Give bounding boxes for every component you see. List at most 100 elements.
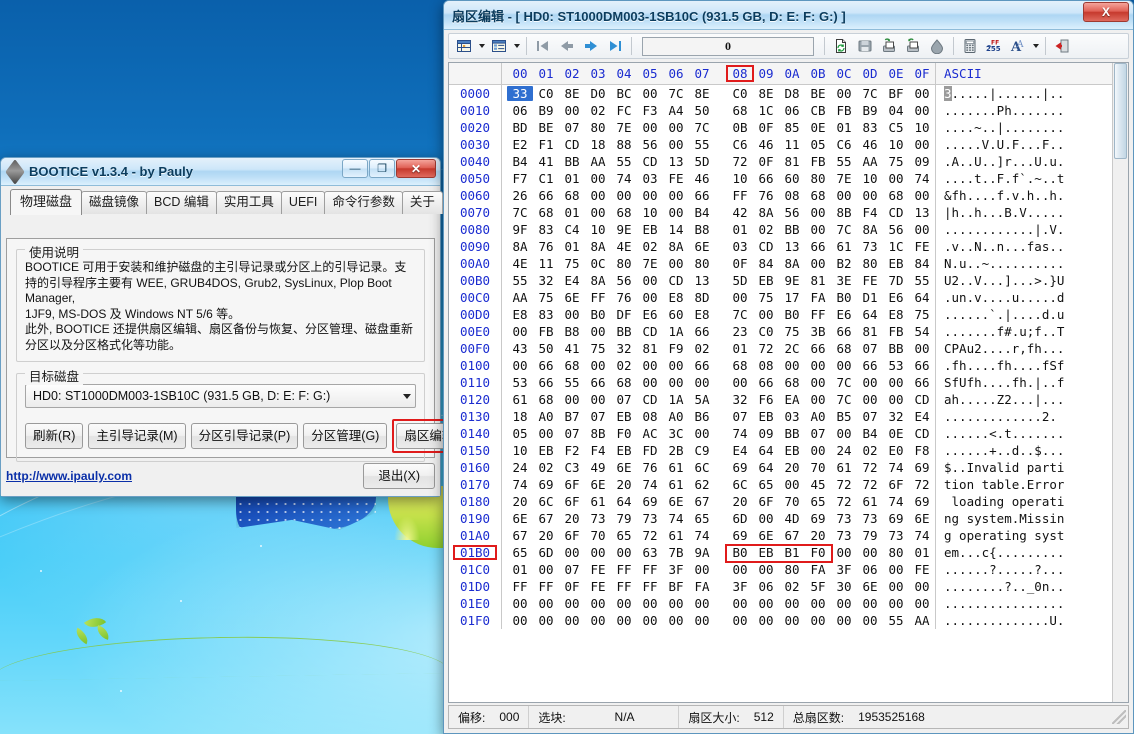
hex-byte[interactable]: EB xyxy=(753,409,779,424)
hex-byte[interactable]: 69 xyxy=(909,460,935,475)
hex-byte[interactable]: 33 xyxy=(507,86,533,101)
hex-byte[interactable]: 07 xyxy=(559,120,585,135)
hex-byte[interactable]: B4 xyxy=(507,154,533,169)
last-sector-icon[interactable] xyxy=(603,35,627,57)
first-sector-icon[interactable] xyxy=(531,35,555,57)
hex-byte[interactable]: 74 xyxy=(883,460,909,475)
hex-byte[interactable]: 00 xyxy=(663,120,689,135)
hex-byte[interactable]: E6 xyxy=(883,290,909,305)
hex-byte[interactable]: 4D xyxy=(779,511,805,526)
hex-byte[interactable]: DF xyxy=(611,307,637,322)
hex-byte[interactable]: 6E xyxy=(909,511,935,526)
hex-byte[interactable]: 83 xyxy=(533,307,559,322)
hex-byte[interactable]: 00 xyxy=(857,545,883,560)
ascii-text[interactable]: |h..h...B.V..... xyxy=(936,205,1112,220)
hex-byte[interactable]: 00 xyxy=(637,613,663,628)
hex-byte[interactable]: 68 xyxy=(611,205,637,220)
hex-byte[interactable]: EA xyxy=(779,392,805,407)
hex-byte[interactable]: 00 xyxy=(857,596,883,611)
hex-byte[interactable]: 7E xyxy=(831,171,857,186)
hex-byte[interactable]: 00 xyxy=(689,562,715,577)
ascii-text[interactable]: ng system.Missin xyxy=(936,511,1112,526)
hex-byte[interactable]: 00 xyxy=(559,613,585,628)
hex-byte[interactable]: 74 xyxy=(883,494,909,509)
hex-byte[interactable]: 00 xyxy=(689,375,715,390)
hex-byte[interactable]: 7C xyxy=(831,375,857,390)
hex-byte[interactable]: 00 xyxy=(883,392,909,407)
hex-byte[interactable]: 3F xyxy=(663,562,689,577)
hex-byte[interactable]: 5F xyxy=(805,579,831,594)
hex-byte[interactable]: C0 xyxy=(533,86,559,101)
hex-byte[interactable]: 00 xyxy=(805,375,831,390)
hex-byte[interactable]: BE xyxy=(533,120,559,135)
hex-byte[interactable]: 3F xyxy=(727,579,753,594)
hex-byte[interactable]: 46 xyxy=(753,137,779,152)
hex-byte[interactable]: 01 xyxy=(559,205,585,220)
hex-byte[interactable]: 00 xyxy=(611,596,637,611)
hex-column-header-04[interactable]: 04 xyxy=(611,66,637,81)
hex-row[interactable]: 01B0 65 6D 00 00 00 63 7B 9A B0 EB B1 F0 00 00 80 01 em..… xyxy=(449,544,1112,563)
ascii-text[interactable]: ................ xyxy=(936,596,1112,611)
hex-byte[interactable]: 01 xyxy=(559,171,585,186)
hex-byte[interactable]: 00 xyxy=(611,188,637,203)
hex-byte[interactable]: 06 xyxy=(857,562,883,577)
hex-byte[interactable]: 20 xyxy=(727,494,753,509)
hex-byte[interactable]: 72 xyxy=(831,477,857,492)
view-list-dropdown-icon[interactable] xyxy=(511,35,522,57)
hex-byte[interactable]: 7C xyxy=(727,307,753,322)
hex-byte[interactable]: FE xyxy=(909,562,935,577)
hex-byte[interactable]: 64 xyxy=(753,460,779,475)
hex-row[interactable]: 0060 26 66 68 00 00 00 00 66 FF 76 08 68 00 00 68 00 &fh.… xyxy=(449,187,1112,204)
hex-byte[interactable]: 66 xyxy=(689,358,715,373)
hex-byte[interactable]: FA xyxy=(689,579,715,594)
hex-byte[interactable]: BF xyxy=(883,86,909,101)
hex-byte[interactable]: 65 xyxy=(611,528,637,543)
hex-byte[interactable]: 00 xyxy=(727,562,753,577)
hex-byte[interactable]: 08 xyxy=(753,358,779,373)
hex-column-header-00[interactable]: 00 xyxy=(507,66,533,81)
hex-byte[interactable]: 00 xyxy=(805,358,831,373)
hex-byte[interactable]: 73 xyxy=(883,528,909,543)
hex-row[interactable]: 0130 18 A0 B7 07 EB 08 A0 B6 07 EB 03 A0 B5 07 32 E4....… xyxy=(449,408,1112,425)
hex-byte[interactable]: CD xyxy=(909,392,935,407)
hex-byte[interactable]: 8D xyxy=(689,290,715,305)
hex-column-header-0E[interactable]: 0E xyxy=(883,66,909,81)
hex-byte[interactable]: 50 xyxy=(689,103,715,118)
hex-byte[interactable]: 30 xyxy=(831,579,857,594)
hex-byte[interactable]: 8A xyxy=(663,239,689,254)
ascii-text[interactable]: ......?.....?... xyxy=(936,562,1112,577)
hex-byte[interactable]: 7D xyxy=(883,273,909,288)
hex-row[interactable]: 00D0 E8 83 00 B0 DF E6 60 E8 7C 00 B0 FF E6 64 E8 75....… xyxy=(449,306,1112,323)
hex-byte[interactable]: 68 xyxy=(727,103,753,118)
hex-byte[interactable]: 07 xyxy=(805,426,831,441)
hex-byte[interactable]: 00 xyxy=(533,613,559,628)
hex-row[interactable]: 0140 05 00 07 8B F0 AC 3C 00 74 09 BB 07 00 B4 0E CD....… xyxy=(449,425,1112,442)
hex-column-header-08[interactable]: 08 xyxy=(726,65,754,82)
hex-byte[interactable]: 0F xyxy=(753,154,779,169)
hex-byte[interactable]: 04 xyxy=(883,103,909,118)
ascii-text[interactable]: ......<.t....... xyxy=(936,426,1112,441)
hex-byte[interactable]: D0 xyxy=(585,86,611,101)
hex-byte[interactable]: 74 xyxy=(663,511,689,526)
hex-byte[interactable]: 00 xyxy=(663,358,689,373)
hex-byte[interactable]: 72 xyxy=(727,154,753,169)
hex-row[interactable]: 0040 B4 41 BB AA 55 CD 13 5D 72 0F 81 FB 55 AA 75 09 .A..… xyxy=(449,153,1112,170)
hex-column-header-0B[interactable]: 0B xyxy=(805,66,831,81)
hex-byte[interactable]: C3 xyxy=(559,460,585,475)
hex-byte[interactable]: 55 xyxy=(831,154,857,169)
hex-byte[interactable]: 00 xyxy=(689,613,715,628)
save-to-file-icon[interactable] xyxy=(901,35,925,57)
ipauly-link[interactable]: http://www.ipauly.com xyxy=(6,469,132,483)
hex-byte[interactable]: 74 xyxy=(611,171,637,186)
hex-byte[interactable]: 00 xyxy=(831,426,857,441)
hex-byte[interactable]: F0 xyxy=(611,426,637,441)
hex-byte[interactable]: 14 xyxy=(663,222,689,237)
hex-byte[interactable]: 00 xyxy=(663,375,689,390)
hex-column-header-0C[interactable]: 0C xyxy=(831,66,857,81)
hex-row[interactable]: 00C0 AA 75 6E FF 76 00 E8 8D 00 75 17 FA B0 D1 E6 64 .un.… xyxy=(449,289,1112,306)
hex-byte[interactable]: 02 xyxy=(779,579,805,594)
hex-byte[interactable]: 6E xyxy=(559,290,585,305)
hex-row[interactable]: 00B0 55 32 E4 8A 56 00 CD 13 5D EB 9E 81 3E FE 7D 55 U2..… xyxy=(449,272,1112,289)
hex-byte[interactable]: 00 xyxy=(909,103,935,118)
hex-byte[interactable]: 6E xyxy=(663,494,689,509)
